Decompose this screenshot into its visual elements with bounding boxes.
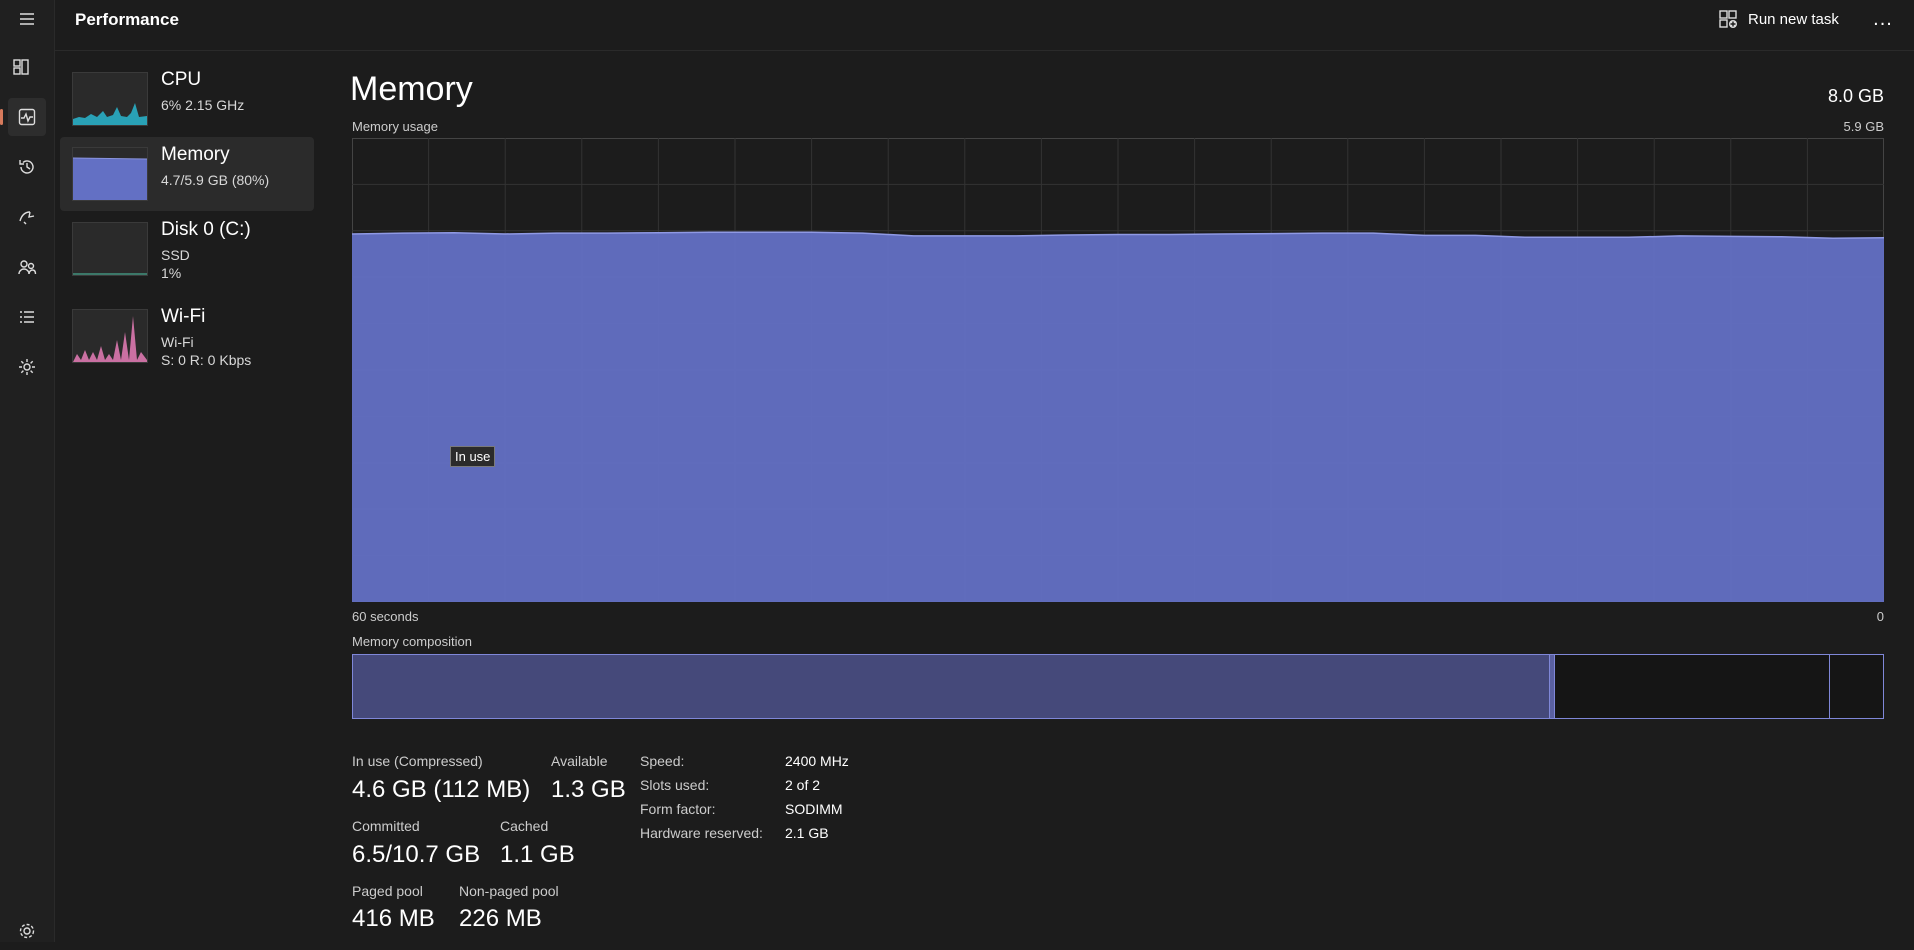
disk-thumbnail-graph [72, 222, 148, 276]
cached-label: Cached [500, 818, 549, 834]
left-nav-rail [0, 0, 55, 942]
committed-label: Committed [352, 818, 420, 834]
resource-title: Disk 0 (C:) [161, 219, 251, 240]
resource-item-memory[interactable]: Memory 4.7/5.9 GB (80%) [60, 137, 314, 211]
run-task-icon [1719, 10, 1737, 28]
resource-subtitle: 4.7/5.9 GB (80%) [161, 172, 270, 188]
app-history-icon[interactable] [8, 148, 46, 186]
hamburger-menu-icon[interactable] [8, 0, 46, 38]
page-title: Performance [75, 10, 179, 29]
details-icon[interactable] [8, 298, 46, 336]
wifi-thumbnail-graph [72, 309, 148, 363]
form-factor-value: SODIMM [785, 801, 843, 817]
available-label: Available [551, 753, 608, 769]
in-use-value: 4.6 GB (112 MB) [352, 776, 531, 803]
composition-segment-standby[interactable] [1554, 655, 1830, 718]
composition-segment-in-use[interactable] [353, 655, 1550, 718]
memory-heading: Memory [350, 70, 473, 108]
run-new-task-button[interactable]: Run new task [1712, 4, 1845, 34]
memory-usage-max: 5.9 GB [1843, 119, 1884, 134]
cpu-thumbnail-graph [72, 72, 148, 126]
composition-segment-free[interactable] [1829, 655, 1883, 718]
speed-label: Speed: [640, 753, 685, 769]
resource-title: Memory [161, 144, 230, 165]
users-icon[interactable] [8, 248, 46, 286]
services-icon[interactable] [8, 348, 46, 386]
resource-subtitle: Wi-Fi [161, 334, 194, 350]
processes-icon[interactable] [2, 48, 40, 86]
memory-usage-area [352, 232, 1884, 602]
resource-item-wifi[interactable]: Wi-Fi Wi-Fi S: 0 R: 0 Kbps [60, 299, 314, 373]
paged-pool-value: 416 MB [352, 905, 435, 932]
memory-composition-label: Memory composition [352, 634, 472, 649]
time-end-label: 0 [1876, 609, 1884, 624]
settings-icon[interactable] [8, 912, 46, 950]
resource-item-disk[interactable]: Disk 0 (C:) SSD 1% [60, 212, 314, 286]
in-use-label: In use (Compressed) [352, 753, 483, 769]
run-new-task-label: Run new task [1748, 10, 1839, 28]
memory-thumbnail-graph [72, 147, 148, 201]
resource-title: Wi-Fi [161, 306, 206, 327]
non-paged-pool-label: Non-paged pool [459, 883, 559, 899]
speed-value: 2400 MHz [785, 753, 849, 769]
resource-item-cpu[interactable]: CPU 6% 2.15 GHz [60, 62, 314, 136]
memory-usage-label: Memory usage [352, 119, 438, 134]
in-use-tooltip: In use [450, 446, 496, 467]
non-paged-pool-value: 226 MB [459, 905, 542, 932]
resource-subtitle: SSD [161, 247, 190, 263]
hardware-reserved-label: Hardware reserved: [640, 825, 763, 841]
resource-title: CPU [161, 69, 202, 90]
slots-used-label: Slots used: [640, 777, 710, 793]
performance-icon[interactable] [0, 98, 46, 136]
memory-usage-graph [352, 138, 1884, 602]
resource-subtitle-2: 1% [161, 265, 182, 281]
startup-apps-icon[interactable] [8, 198, 46, 236]
memory-composition-bar [352, 654, 1884, 719]
resource-subtitle: 6% 2.15 GHz [161, 97, 245, 113]
time-range-label: 60 seconds [352, 609, 419, 624]
form-factor-label: Form factor: [640, 801, 716, 817]
header-divider [54, 50, 1914, 51]
committed-value: 6.5/10.7 GB [352, 841, 481, 868]
resource-subtitle-2: S: 0 R: 0 Kbps [161, 352, 252, 368]
available-value: 1.3 GB [551, 776, 626, 803]
slots-used-value: 2 of 2 [785, 777, 821, 793]
hardware-reserved-value: 2.1 GB [785, 825, 829, 841]
more-options-button[interactable]: ... [1866, 4, 1900, 34]
cached-value: 1.1 GB [500, 841, 575, 868]
memory-total: 8.0 GB [1827, 86, 1884, 106]
paged-pool-label: Paged pool [352, 883, 423, 899]
